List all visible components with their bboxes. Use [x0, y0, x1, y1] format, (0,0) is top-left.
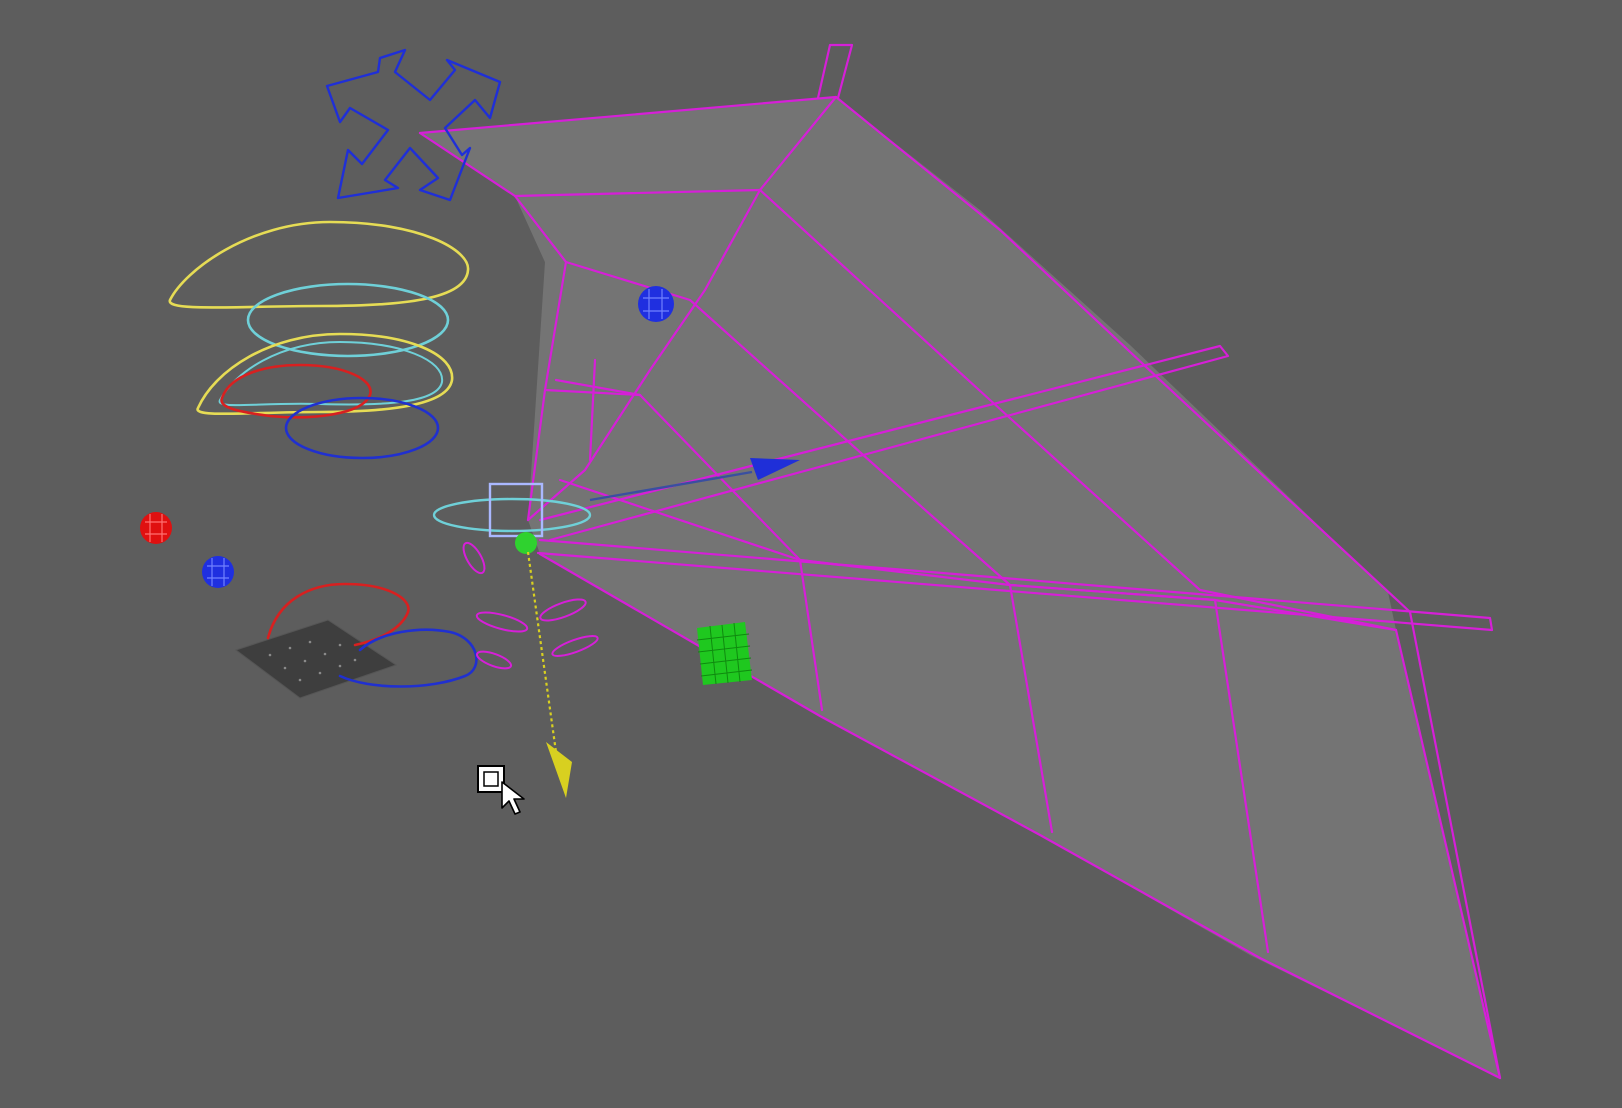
control-circle-blue[interactable] — [284, 396, 440, 460]
locator-wing-blue[interactable] — [638, 286, 674, 322]
control-circles-stack[interactable] — [168, 220, 470, 460]
axis-arrow-yellow[interactable] — [526, 551, 572, 798]
wing-mesh[interactable] — [418, 43, 1502, 1080]
locator-red[interactable] — [140, 512, 172, 544]
green-patch[interactable] — [696, 622, 753, 685]
locator-blue[interactable] — [202, 556, 234, 588]
four-arrow-move-icon[interactable] — [325, 48, 502, 202]
3d-viewport[interactable] — [0, 0, 1622, 1108]
joint-pivot-point[interactable] — [515, 532, 537, 554]
select-cursor-icon — [477, 765, 525, 815]
viewport-canvas[interactable] — [0, 0, 1622, 1108]
foot-ground-plane[interactable] — [234, 619, 398, 699]
control-circle-cyan-inner[interactable] — [218, 341, 444, 407]
foot-controls[interactable] — [234, 582, 478, 699]
control-circle-yellow-top[interactable] — [168, 220, 470, 309]
